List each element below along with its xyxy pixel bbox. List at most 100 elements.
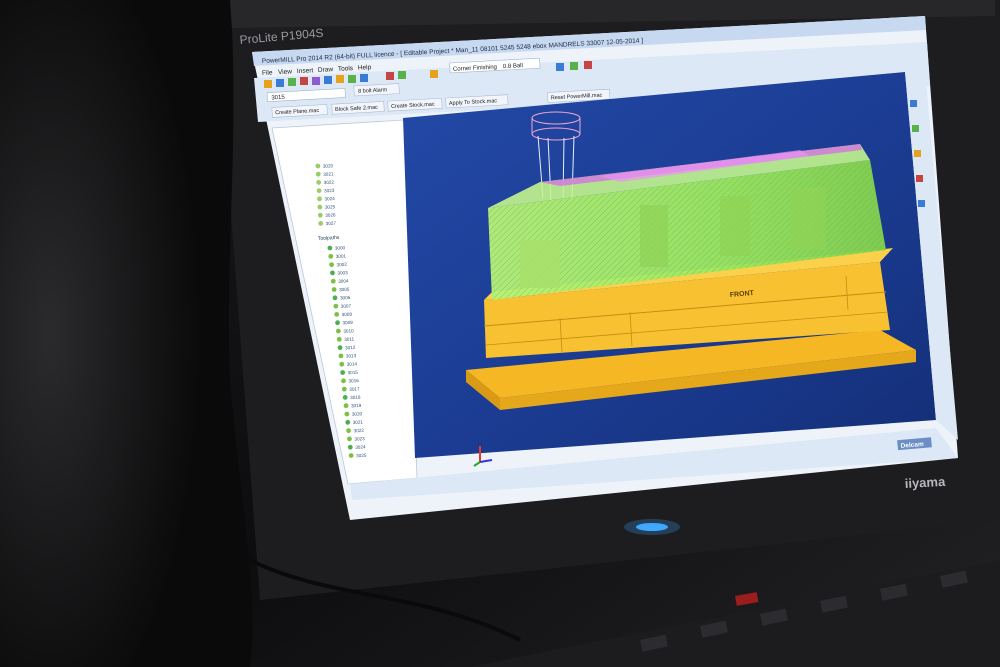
toolpath-item[interactable]: 3007 <box>333 303 352 309</box>
toolpath-item[interactable]: 3004 <box>330 278 349 284</box>
toolpath-item[interactable]: 3012 <box>337 344 356 351</box>
view-side-icon[interactable] <box>916 175 923 182</box>
zoom-icon[interactable] <box>918 200 925 207</box>
toolpath-item[interactable]: 3018 <box>342 394 361 401</box>
level-icon[interactable] <box>348 75 356 83</box>
toolpath-item-label: 3024 <box>355 444 366 450</box>
toolpath-item[interactable]: 3000 <box>327 245 346 251</box>
toolpath-item-label: 3012 <box>345 345 356 351</box>
toolpath-item-label: 3004 <box>338 278 349 284</box>
toolpath-item-label: 3019 <box>351 403 362 409</box>
toolpath-item-label: 3000 <box>335 245 346 251</box>
toolpath-item[interactable]: 3021 <box>345 419 364 425</box>
explorer-item[interactable]: 3022 <box>316 179 334 185</box>
workplane-icon[interactable] <box>360 74 368 82</box>
wireframe-icon[interactable] <box>584 61 592 69</box>
pattern-icon[interactable] <box>324 76 332 84</box>
toolpath-item[interactable]: 3008 <box>334 311 352 317</box>
toolpath-item-label: 3014 <box>347 361 358 367</box>
toolpath-item[interactable]: 3017 <box>341 386 360 392</box>
toolpath-item[interactable]: 3020 <box>344 411 363 417</box>
toolpath-item-label: 3022 <box>353 428 364 434</box>
menu-file[interactable]: File <box>262 69 273 77</box>
save-icon[interactable] <box>276 79 284 87</box>
explorer-item[interactable]: 3024 <box>317 196 335 202</box>
toolpath-item-label: 3009 <box>342 320 353 326</box>
strategy-icon[interactable] <box>430 70 438 78</box>
view-front-icon[interactable] <box>914 150 921 157</box>
explorer-item[interactable]: 3023 <box>316 187 335 194</box>
view-icon[interactable] <box>556 63 564 71</box>
toolpath-item-label: 3023 <box>354 436 365 442</box>
menu-help[interactable]: Help <box>358 64 372 72</box>
toolpath-item-label: 3021 <box>323 171 334 177</box>
toolpath-item[interactable]: 3006 <box>332 295 351 301</box>
explorer-item[interactable]: 3020 <box>315 163 334 169</box>
explorer-item[interactable]: 3025 <box>317 204 336 210</box>
toolpath-item[interactable]: 3005 <box>331 286 350 293</box>
view-iso-icon[interactable] <box>910 100 917 107</box>
explorer-item[interactable]: 3026 <box>317 212 336 218</box>
toolpath-item[interactable]: 3015 <box>340 369 358 375</box>
toolpath-item-label: 3020 <box>323 163 334 169</box>
toolpath-item[interactable]: 3025 <box>348 452 367 459</box>
view-top-icon[interactable] <box>912 125 919 132</box>
menu-draw[interactable]: Draw <box>318 66 334 74</box>
verify-icon[interactable] <box>398 71 406 79</box>
toolpath-item-label: 3018 <box>350 395 361 401</box>
toolpath-item[interactable]: 3022 <box>346 427 364 433</box>
open-icon[interactable] <box>264 80 272 88</box>
toolpath-item-label: 3023 <box>324 188 335 194</box>
toolpath-item[interactable]: 3011 <box>336 336 355 343</box>
toolpath-item-label: 3008 <box>342 312 353 318</box>
toolpath-item-label: 3027 <box>326 221 337 227</box>
toolpath-item[interactable]: 3001 <box>328 253 347 259</box>
boundary-icon[interactable] <box>312 77 320 85</box>
block-icon[interactable] <box>288 78 296 86</box>
monitor-brand-label: iiyama <box>904 474 946 491</box>
toolpath-item[interactable]: 3016 <box>341 378 359 384</box>
shade-icon[interactable] <box>570 62 578 70</box>
tool-select-value: 3015 <box>271 95 285 102</box>
strategy-value: 0.8 Ball <box>503 63 523 70</box>
explorer-item[interactable]: 3021 <box>315 171 334 177</box>
simulate-icon[interactable] <box>386 72 394 80</box>
explorer-item[interactable]: 3027 <box>318 220 336 226</box>
toolpath-item-label: 3015 <box>348 370 359 376</box>
toolpath-item[interactable]: 3010 <box>335 328 354 334</box>
toolpath-item-label: 3013 <box>346 353 357 359</box>
toolpath-item-label: 3021 <box>353 419 364 425</box>
toolpath-item[interactable]: 3024 <box>347 444 366 450</box>
toolpaths-folder-label[interactable]: Toolpaths <box>318 235 340 242</box>
toolpath-item[interactable]: 3023 <box>347 436 365 442</box>
toolpath-item[interactable]: 3013 <box>338 353 357 359</box>
tool-icon[interactable] <box>300 77 308 85</box>
toolpath-item-label: 3025 <box>356 453 367 459</box>
toolpath-item-label: 3003 <box>337 270 348 276</box>
toolpath-item[interactable]: 3002 <box>329 261 347 267</box>
toolpath-item-label: 3001 <box>336 253 347 259</box>
toolpath-item[interactable]: 3019 <box>343 402 362 409</box>
toolpath-item-label: 3020 <box>352 411 363 417</box>
toolpath-item-label: 3005 <box>339 287 350 293</box>
feature-icon[interactable] <box>336 75 344 83</box>
toolpath-item-label: 3016 <box>348 378 359 384</box>
menu-view[interactable]: View <box>278 68 293 76</box>
menu-tools[interactable]: Tools <box>338 65 354 73</box>
toolpath-item[interactable]: 3009 <box>335 319 353 325</box>
toolpath-item-label: 3017 <box>349 386 360 392</box>
toolpath-item-label: 3002 <box>336 262 347 268</box>
toolpath-item-label: 3024 <box>324 196 335 202</box>
toolpath-item-label: 3011 <box>344 337 355 343</box>
toolpath-item[interactable]: 3014 <box>339 361 358 367</box>
photo-scene: ProLite P1904S iiyama PowerMILL Pro 2014… <box>0 0 1000 667</box>
toolpath-item-label: 3022 <box>324 180 335 186</box>
toolpath-item-label: 3006 <box>340 295 351 301</box>
toolpath-item-label: 3026 <box>325 212 336 218</box>
menu-insert[interactable]: Insert <box>297 67 314 75</box>
person-silhouette <box>0 0 253 667</box>
toolpath-item-label: 3010 <box>343 328 354 334</box>
toolpath-item-label: 3025 <box>325 204 336 210</box>
toolpath-item[interactable]: 3003 <box>330 270 348 276</box>
toolpath-item-label: 3007 <box>341 303 352 309</box>
